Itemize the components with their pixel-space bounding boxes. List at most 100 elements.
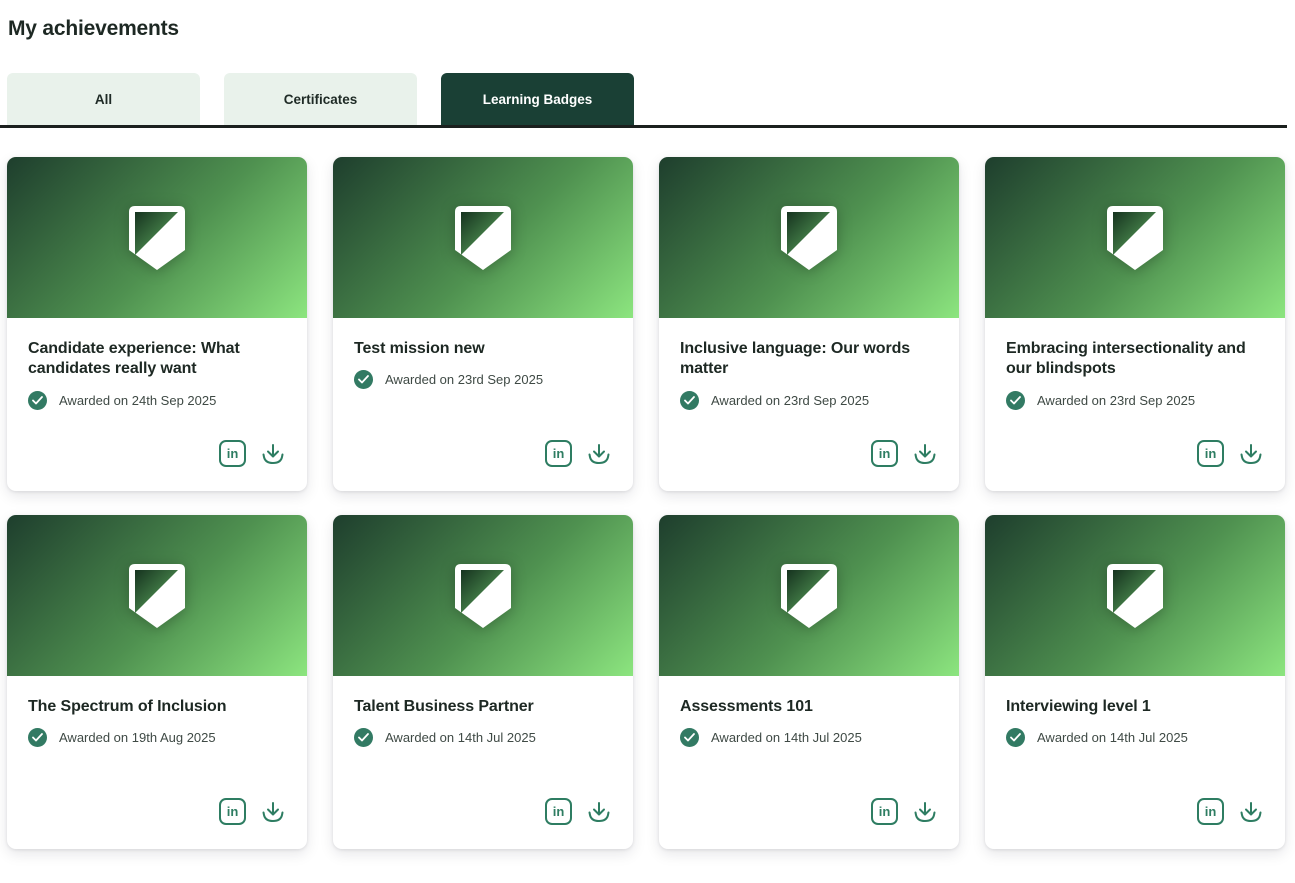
badge-banner: [659, 515, 959, 676]
badge-card: Candidate experience: What candidates re…: [7, 157, 307, 491]
download-icon[interactable]: [911, 798, 938, 825]
check-icon: [1006, 728, 1025, 747]
badge-card: Interviewing level 1 Awarded on 14th Jul…: [985, 515, 1285, 849]
tab-all[interactable]: All: [7, 73, 200, 125]
download-icon[interactable]: [1237, 798, 1264, 825]
badge-card: Inclusive language: Our words matter Awa…: [659, 157, 959, 491]
linkedin-label: in: [227, 446, 239, 461]
download-icon[interactable]: [585, 798, 612, 825]
awarded-date: Awarded on 23rd Sep 2025: [711, 393, 869, 408]
awarded-date: Awarded on 14th Jul 2025: [385, 730, 536, 745]
badge-title: Assessments 101: [680, 697, 938, 717]
awarded-date: Awarded on 19th Aug 2025: [59, 730, 216, 745]
shield-badge-icon: [1106, 205, 1164, 271]
check-icon: [354, 728, 373, 747]
card-body: Embracing intersectionality and our blin…: [985, 318, 1285, 491]
badge-banner: [985, 157, 1285, 318]
linkedin-label: in: [879, 804, 891, 819]
linkedin-share-icon[interactable]: in: [545, 798, 572, 825]
tab-bar: All Certificates Learning Badges: [0, 73, 1287, 128]
card-actions: in: [1197, 798, 1264, 825]
badge-title: Candidate experience: What candidates re…: [28, 339, 286, 380]
card-actions: in: [545, 798, 612, 825]
badge-card: The Spectrum of Inclusion Awarded on 19t…: [7, 515, 307, 849]
card-body: Assessments 101 Awarded on 14th Jul 2025…: [659, 676, 959, 849]
card-actions: in: [545, 440, 612, 467]
check-icon: [680, 391, 699, 410]
linkedin-share-icon[interactable]: in: [871, 440, 898, 467]
linkedin-label: in: [1205, 446, 1217, 461]
badge-banner: [985, 515, 1285, 676]
linkedin-share-icon[interactable]: in: [1197, 798, 1224, 825]
badge-banner: [333, 515, 633, 676]
linkedin-label: in: [553, 446, 565, 461]
check-icon: [28, 391, 47, 410]
badge-title: Test mission new: [354, 339, 612, 359]
awarded-row: Awarded on 23rd Sep 2025: [680, 391, 938, 410]
achievements-page: My achievements All Certificates Learnin…: [0, 16, 1295, 849]
linkedin-label: in: [1205, 804, 1217, 819]
tab-certificates[interactable]: Certificates: [224, 73, 417, 125]
shield-badge-icon: [780, 205, 838, 271]
shield-badge-icon: [454, 205, 512, 271]
shield-badge-icon: [1106, 563, 1164, 629]
awarded-row: Awarded on 14th Jul 2025: [680, 728, 938, 747]
check-icon: [28, 728, 47, 747]
check-icon: [1006, 391, 1025, 410]
badge-banner: [659, 157, 959, 318]
card-body: The Spectrum of Inclusion Awarded on 19t…: [7, 676, 307, 849]
badge-grid: Candidate experience: What candidates re…: [7, 157, 1288, 849]
shield-badge-icon: [780, 563, 838, 629]
awarded-date: Awarded on 23rd Sep 2025: [1037, 393, 1195, 408]
linkedin-share-icon[interactable]: in: [871, 798, 898, 825]
awarded-row: Awarded on 23rd Sep 2025: [1006, 391, 1264, 410]
awarded-row: Awarded on 24th Sep 2025: [28, 391, 286, 410]
awarded-row: Awarded on 14th Jul 2025: [354, 728, 612, 747]
card-body: Talent Business Partner Awarded on 14th …: [333, 676, 633, 849]
badge-title: The Spectrum of Inclusion: [28, 697, 286, 717]
linkedin-share-icon[interactable]: in: [545, 440, 572, 467]
shield-badge-icon: [128, 563, 186, 629]
badge-title: Inclusive language: Our words matter: [680, 339, 938, 380]
linkedin-label: in: [879, 446, 891, 461]
badge-card: Talent Business Partner Awarded on 14th …: [333, 515, 633, 849]
badge-title: Talent Business Partner: [354, 697, 612, 717]
card-actions: in: [871, 440, 938, 467]
awarded-date: Awarded on 14th Jul 2025: [1037, 730, 1188, 745]
download-icon[interactable]: [1237, 440, 1264, 467]
awarded-row: Awarded on 14th Jul 2025: [1006, 728, 1264, 747]
badge-banner: [333, 157, 633, 318]
card-body: Inclusive language: Our words matter Awa…: [659, 318, 959, 491]
linkedin-label: in: [553, 804, 565, 819]
awarded-date: Awarded on 14th Jul 2025: [711, 730, 862, 745]
shield-badge-icon: [454, 563, 512, 629]
shield-badge-icon: [128, 205, 186, 271]
check-icon: [354, 370, 373, 389]
card-actions: in: [219, 798, 286, 825]
awarded-date: Awarded on 24th Sep 2025: [59, 393, 216, 408]
check-icon: [680, 728, 699, 747]
page-title: My achievements: [8, 16, 1295, 42]
badge-title: Interviewing level 1: [1006, 697, 1264, 717]
badge-banner: [7, 515, 307, 676]
awarded-row: Awarded on 23rd Sep 2025: [354, 370, 612, 389]
download-icon[interactable]: [585, 440, 612, 467]
card-actions: in: [871, 798, 938, 825]
linkedin-share-icon[interactable]: in: [219, 798, 246, 825]
card-body: Test mission new Awarded on 23rd Sep 202…: [333, 318, 633, 491]
linkedin-share-icon[interactable]: in: [1197, 440, 1224, 467]
download-icon[interactable]: [259, 798, 286, 825]
awarded-date: Awarded on 23rd Sep 2025: [385, 372, 543, 387]
download-icon[interactable]: [911, 440, 938, 467]
card-body: Candidate experience: What candidates re…: [7, 318, 307, 491]
badge-title: Embracing intersectionality and our blin…: [1006, 339, 1264, 380]
card-body: Interviewing level 1 Awarded on 14th Jul…: [985, 676, 1285, 849]
badge-card: Embracing intersectionality and our blin…: [985, 157, 1285, 491]
card-actions: in: [1197, 440, 1264, 467]
badge-card: Test mission new Awarded on 23rd Sep 202…: [333, 157, 633, 491]
card-actions: in: [219, 440, 286, 467]
download-icon[interactable]: [259, 440, 286, 467]
awarded-row: Awarded on 19th Aug 2025: [28, 728, 286, 747]
tab-learning-badges[interactable]: Learning Badges: [441, 73, 634, 125]
linkedin-share-icon[interactable]: in: [219, 440, 246, 467]
